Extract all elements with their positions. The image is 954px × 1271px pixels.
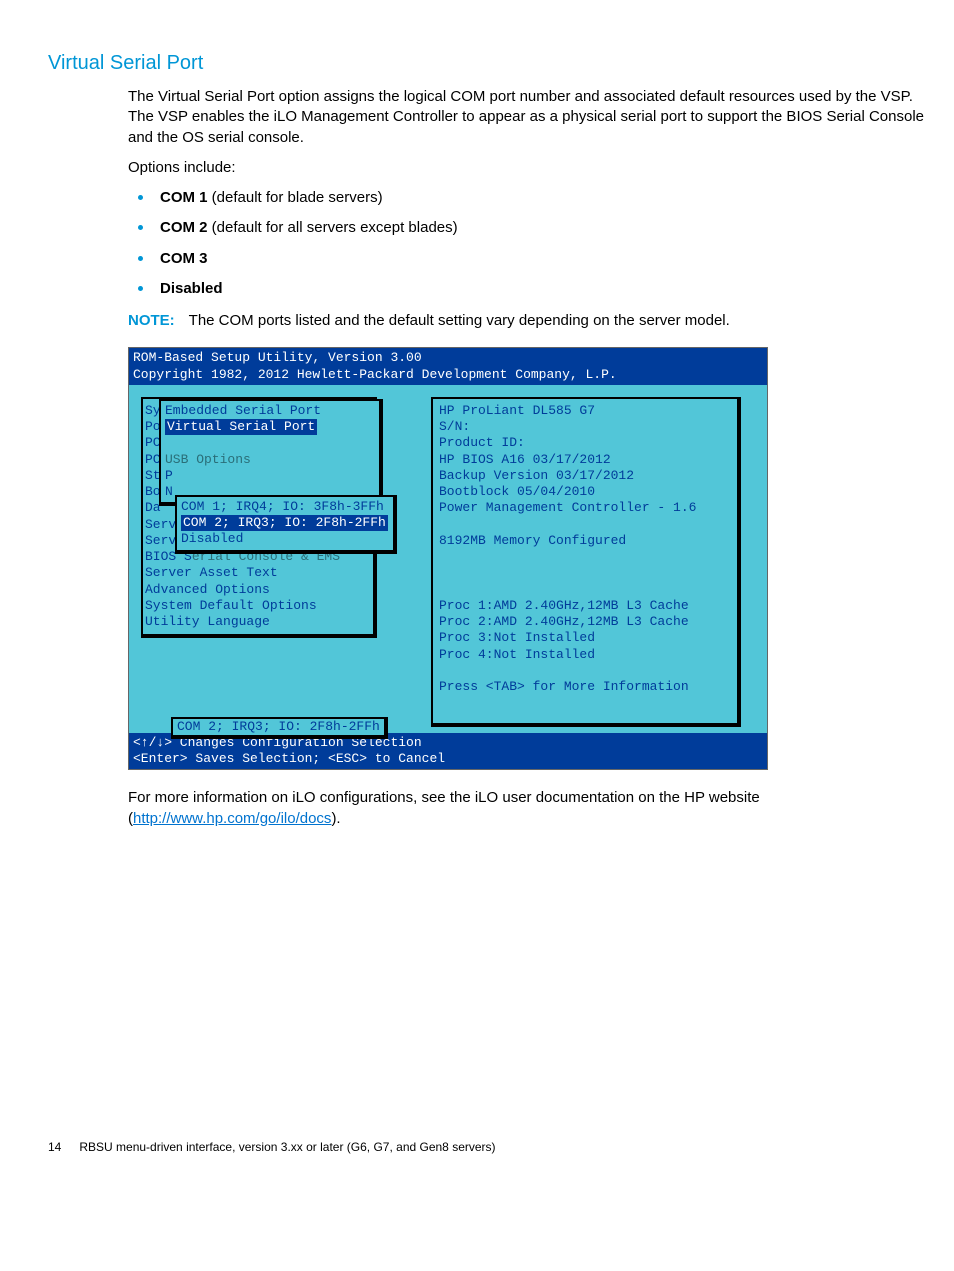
bios-info-panel: HP ProLiant DL585 G7 S/N: Product ID: HP… <box>431 397 741 727</box>
option-bold: COM 3 <box>160 250 208 267</box>
com-option-selected: COM 2; IRQ3; IO: 2F8h-2FFh <box>181 515 389 531</box>
options-list: COM 1 (default for blade servers) COM 2 … <box>128 188 924 299</box>
bios-footer-line: <Enter> Saves Selection; <ESC> to Cancel <box>133 751 763 767</box>
note-label: NOTE: <box>128 312 175 329</box>
bios-screenshot: ROM-Based Setup Utility, Version 3.00 Co… <box>128 347 768 770</box>
list-item: COM 1 (default for blade servers) <box>128 188 924 208</box>
info-line: Proc 4:Not Installed <box>439 647 731 663</box>
list-item: Disabled <box>128 279 924 299</box>
info-line: Proc 2:AMD 2.40GHz,12MB L3 Cache <box>439 614 731 630</box>
info-line <box>439 517 731 533</box>
option-rest: (default for blade servers) <box>208 189 383 206</box>
submenu-item-selected: Virtual Serial Port <box>165 419 375 435</box>
closing-post: ). <box>331 810 340 827</box>
option-bold: COM 1 <box>160 189 208 206</box>
list-item: COM 2 (default for all servers except bl… <box>128 218 924 238</box>
section-heading: Virtual Serial Port <box>48 50 924 77</box>
page-footer: 14 RBSU menu-driven interface, version 3… <box>48 1139 924 1155</box>
info-line: S/N: <box>439 419 731 435</box>
submenu-item-dim: USB Options <box>165 452 375 468</box>
bios-current-selection: COM 2; IRQ3; IO: 2F8h-2FFh <box>171 717 388 739</box>
bios-submenu-serial: Embedded Serial Port Virtual Serial Port… <box>159 399 383 507</box>
submenu-item <box>165 435 375 451</box>
option-bold: COM 2 <box>160 219 208 236</box>
list-item: COM 3 <box>128 249 924 269</box>
bios-title-line: Copyright 1982, 2012 Hewlett-Packard Dev… <box>133 367 763 383</box>
menu-item: Advanced Options <box>145 582 371 598</box>
bios-submenu-com-options: COM 1; IRQ4; IO: 3F8h-3FFh COM 2; IRQ3; … <box>175 495 397 554</box>
option-rest: (default for all servers except blades) <box>208 219 458 236</box>
menu-item: Server Asset Text <box>145 565 371 581</box>
note-row: NOTE: The COM ports listed and the defaul… <box>128 311 924 331</box>
submenu-item: P <box>165 468 375 484</box>
bios-title-line: ROM-Based Setup Utility, Version 3.00 <box>133 350 763 366</box>
info-line: HP ProLiant DL585 G7 <box>439 403 731 419</box>
option-bold: Disabled <box>160 280 223 297</box>
note-text: The COM ports listed and the default set… <box>189 312 730 329</box>
info-line: HP BIOS A16 03/17/2012 <box>439 452 731 468</box>
info-line: 8192MB Memory Configured <box>439 533 731 549</box>
com-option: COM 1; IRQ4; IO: 3F8h-3FFh <box>181 499 389 515</box>
info-line: Proc 1:AMD 2.40GHz,12MB L3 Cache <box>439 598 731 614</box>
menu-item: System Default Options <box>145 598 371 614</box>
info-line: Proc 3:Not Installed <box>439 630 731 646</box>
ilo-docs-link[interactable]: http://www.hp.com/go/ilo/docs <box>133 810 331 827</box>
closing-paragraph: For more information on iLO configuratio… <box>128 788 924 829</box>
info-line: Product ID: <box>439 435 731 451</box>
info-line <box>439 549 731 565</box>
options-lead: Options include: <box>128 158 924 178</box>
submenu-item: Embedded Serial Port <box>165 403 375 419</box>
info-line: Power Management Controller - 1.6 <box>439 500 731 516</box>
page-footer-text: RBSU menu-driven interface, version 3.xx… <box>79 1139 495 1155</box>
info-line <box>439 663 731 679</box>
info-line <box>439 565 731 581</box>
com-option: Disabled <box>181 531 389 547</box>
info-line: Press <TAB> for More Information <box>439 679 731 695</box>
info-line <box>439 582 731 598</box>
intro-paragraph: The Virtual Serial Port option assigns t… <box>128 87 924 148</box>
bios-titlebar: ROM-Based Setup Utility, Version 3.00 Co… <box>129 348 767 385</box>
page-number: 14 <box>48 1139 61 1155</box>
menu-item: Utility Language <box>145 614 371 630</box>
info-line: Backup Version 03/17/2012 <box>439 468 731 484</box>
info-line: Bootblock 05/04/2010 <box>439 484 731 500</box>
